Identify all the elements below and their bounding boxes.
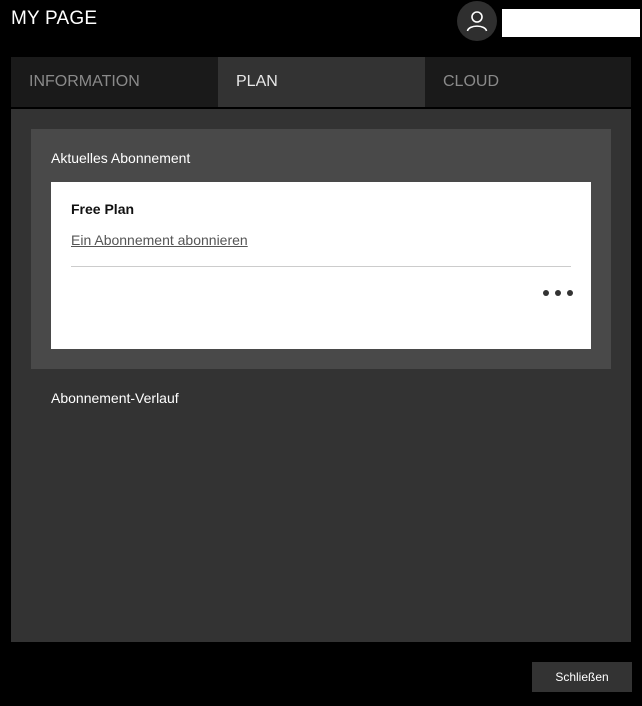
subscribe-link[interactable]: Ein Abonnement abonnieren — [71, 232, 248, 248]
page-title: MY PAGE — [11, 8, 98, 29]
current-subscription-title: Aktuelles Abonnement — [51, 150, 191, 166]
tab-bar: INFORMATION PLAN CLOUD — [11, 57, 631, 107]
tab-information[interactable]: INFORMATION — [11, 57, 218, 107]
close-button[interactable]: Schließen — [532, 662, 632, 692]
current-subscription-section: Aktuelles Abonnement Free Plan Ein Abonn… — [31, 129, 611, 369]
user-name — [502, 9, 640, 37]
card-divider — [71, 266, 571, 267]
more-horizontal-icon[interactable] — [543, 286, 573, 300]
subscription-history-title: Abonnement-Verlauf — [51, 390, 179, 406]
more-dot — [543, 290, 549, 296]
user-icon — [466, 11, 488, 32]
plan-card: Free Plan Ein Abonnement abonnieren — [51, 182, 591, 349]
plan-panel: Aktuelles Abonnement Free Plan Ein Abonn… — [11, 109, 631, 642]
my-page-dialog: MY PAGE INFORMATION PLAN CLOUD Aktuelles… — [0, 0, 642, 706]
avatar[interactable] — [457, 1, 497, 41]
more-dot — [555, 290, 561, 296]
plan-name: Free Plan — [71, 201, 135, 217]
more-dot — [567, 290, 573, 296]
tab-cloud[interactable]: CLOUD — [425, 57, 631, 107]
tab-plan[interactable]: PLAN — [218, 57, 425, 107]
